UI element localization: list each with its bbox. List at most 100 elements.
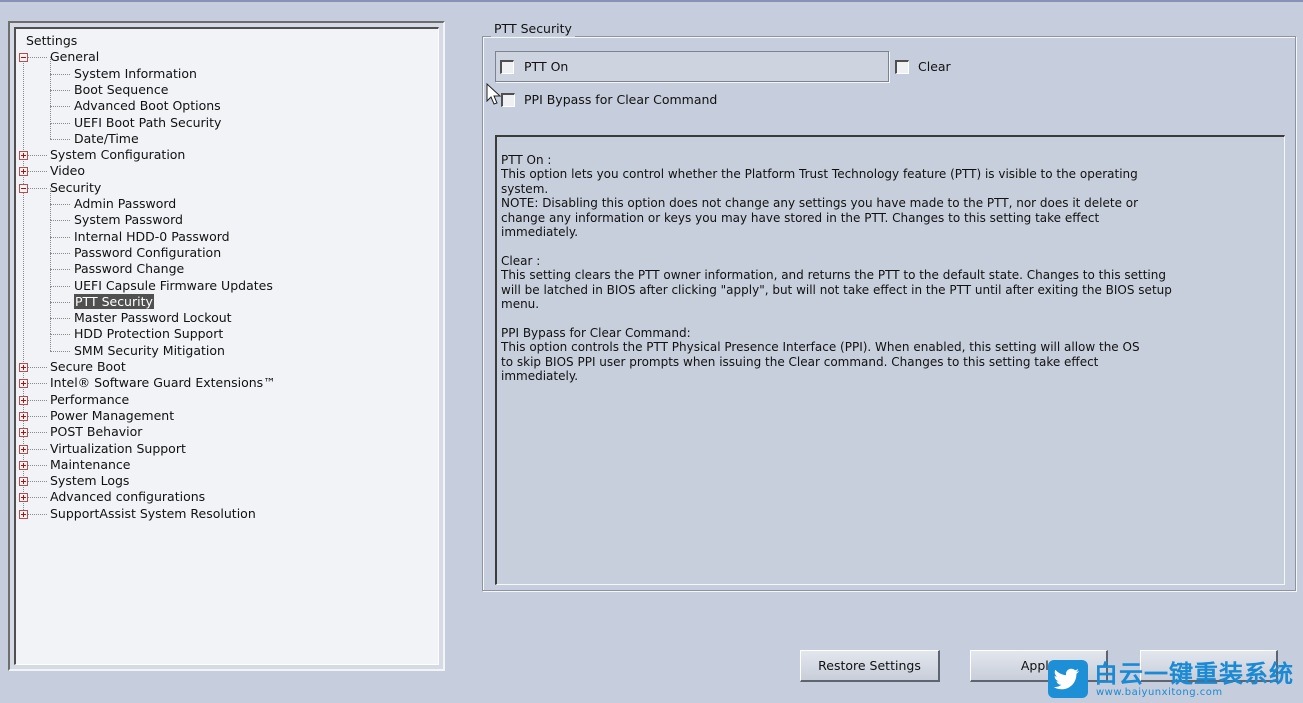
tree-item-label: System Configuration — [50, 147, 186, 163]
settings-tree-frame: Settings General System Information Boot Se… — [14, 27, 439, 665]
tree-connector — [50, 73, 51, 90]
tree-item-label: System Password — [74, 212, 183, 228]
expand-plus-icon[interactable] — [19, 444, 28, 454]
tree-item-label: System Information — [74, 65, 197, 81]
tree-item-system-password[interactable]: System Password — [74, 212, 183, 228]
tree-item-label: Settings — [26, 33, 78, 48]
tree-item-password-configuration[interactable]: Password Configuration — [74, 245, 221, 261]
watermark-url: www.baiyunxitong.com — [1096, 687, 1223, 698]
tree-item-date-time[interactable]: Date/Time — [74, 131, 139, 147]
tree-item-label: Date/Time — [74, 130, 139, 146]
tree-item-performance[interactable]: Performance — [50, 392, 129, 408]
collapse-minus-icon[interactable] — [19, 53, 28, 63]
clear-label[interactable]: Clear — [918, 59, 951, 75]
tree-connector — [50, 236, 51, 253]
tree-connector — [50, 220, 51, 237]
expand-plus-icon[interactable] — [19, 460, 28, 470]
tree-item-label: Performance — [50, 391, 130, 407]
tree-connector — [50, 334, 51, 351]
expand-plus-icon[interactable] — [19, 411, 28, 421]
settings-tree-panel: Settings General System Information Boot Se… — [8, 21, 445, 671]
tree-item-label: Security — [50, 179, 102, 195]
tree-connector — [50, 73, 70, 75]
tree-item-intel-software-guard-extensions[interactable]: Intel® Software Guard Extensions™ — [50, 375, 276, 391]
tree-item-label: Power Management — [50, 407, 175, 423]
tree-connector — [50, 252, 70, 254]
tree-item-ptt-security[interactable]: PTT Security — [74, 293, 154, 310]
tree-item-label: Advanced configurations — [50, 489, 206, 505]
tree-item-security[interactable]: Security — [50, 180, 101, 196]
tree-item-advanced-boot-options[interactable]: Advanced Boot Options — [74, 98, 221, 114]
tree-item-label: General — [50, 49, 100, 65]
expand-plus-icon[interactable] — [19, 151, 28, 161]
expand-plus-icon[interactable] — [19, 493, 28, 503]
restore-settings-button[interactable]: Restore Settings — [800, 650, 940, 682]
tree-item-video[interactable]: Video — [50, 163, 85, 179]
tree-item-boot-sequence[interactable]: Boot Sequence — [74, 82, 168, 98]
collapse-minus-icon[interactable] — [19, 183, 28, 193]
tree-item-general[interactable]: General — [50, 49, 99, 65]
clear-checkbox[interactable] — [895, 60, 909, 74]
tree-item-power-management[interactable]: Power Management — [50, 408, 174, 424]
tree-connector — [50, 318, 70, 320]
help-text-box: PTT On : This option lets you control wh… — [495, 135, 1285, 585]
tree-connector — [50, 301, 70, 303]
tree-item-hdd-protection-support[interactable]: HDD Protection Support — [74, 326, 223, 342]
help-text: PTT On : This option lets you control wh… — [501, 153, 1172, 384]
tree-item-system-information[interactable]: System Information — [74, 66, 197, 82]
expand-plus-icon[interactable] — [19, 509, 28, 519]
tree-connector — [50, 57, 51, 74]
expand-plus-icon[interactable] — [19, 167, 28, 177]
tree-item-password-change[interactable]: Password Change — [74, 261, 184, 277]
tree-item-label: POST Behavior — [50, 424, 143, 440]
ptt-on-label[interactable]: PTT On — [524, 59, 568, 75]
tree-item-maintenance[interactable]: Maintenance — [50, 457, 131, 473]
tree-item-label: UEFI Boot Path Security — [74, 114, 222, 130]
expand-plus-icon[interactable] — [19, 477, 28, 487]
expand-plus-icon[interactable] — [19, 379, 28, 389]
ptt-on-checkbox[interactable] — [500, 60, 514, 74]
tree-connector — [50, 269, 70, 271]
ppi-bypass-label[interactable]: PPI Bypass for Clear Command — [524, 92, 717, 108]
tree-item-smm-security-mitigation[interactable]: SMM Security Mitigation — [74, 343, 225, 359]
tree-item-uefi-capsule-firmware-updates[interactable]: UEFI Capsule Firmware Updates — [74, 278, 273, 294]
tree-connector — [50, 334, 70, 336]
tree-connector — [50, 318, 51, 335]
tree-item-settings[interactable]: Settings — [26, 33, 77, 49]
expand-plus-icon[interactable] — [19, 363, 28, 372]
tree-item-virtualization-support[interactable]: Virtualization Support — [50, 441, 186, 457]
tree-item-system-configuration[interactable]: System Configuration — [50, 147, 185, 163]
tree-item-label: Admin Password — [74, 196, 177, 211]
expand-plus-icon[interactable] — [19, 428, 28, 438]
tree-connector — [50, 89, 51, 107]
tree-item-post-behavior[interactable]: POST Behavior — [50, 424, 142, 440]
tree-item-internal-hdd-0-password[interactable]: Internal HDD-0 Password — [74, 229, 230, 245]
tree-item-label: Video — [50, 163, 86, 179]
tree-item-label: Intel® Software Guard Extensions™ — [50, 375, 276, 391]
tree-connector — [50, 122, 51, 139]
tree-item-label: Password Change — [74, 261, 185, 277]
tree-connector — [50, 236, 70, 238]
tree-item-label: SupportAssist System Resolution — [50, 505, 256, 521]
expand-plus-icon[interactable] — [19, 395, 28, 405]
tree-item-system-logs[interactable]: System Logs — [50, 473, 129, 489]
twitter-bird-icon — [1048, 660, 1088, 698]
tree-item-label: Master Password Lockout — [74, 310, 232, 326]
tree-item-uefi-boot-path-security[interactable]: UEFI Boot Path Security — [74, 115, 221, 131]
tree-item-label: UEFI Capsule Firmware Updates — [74, 277, 273, 293]
tree-item-master-password-lockout[interactable]: Master Password Lockout — [74, 310, 232, 326]
settings-tree[interactable]: Settings General System Information Boot Se… — [16, 29, 438, 664]
tree-connector — [50, 285, 51, 302]
tree-connector — [50, 350, 70, 352]
tree-item-label: PTT Security — [74, 293, 154, 309]
tree-connector — [50, 89, 70, 91]
tree-connector — [50, 204, 51, 221]
tree-item-supportassist-system-resolution[interactable]: SupportAssist System Resolution — [50, 506, 256, 522]
tree-connector — [50, 187, 51, 204]
tree-connector — [50, 301, 51, 319]
tree-item-label: Boot Sequence — [74, 81, 169, 97]
tree-item-admin-password[interactable]: Admin Password — [74, 196, 176, 212]
tree-item-secure-boot[interactable]: Secure Boot — [50, 359, 126, 375]
mouse-pointer-icon — [486, 83, 502, 105]
tree-item-advanced-configurations[interactable]: Advanced configurations — [50, 489, 205, 505]
